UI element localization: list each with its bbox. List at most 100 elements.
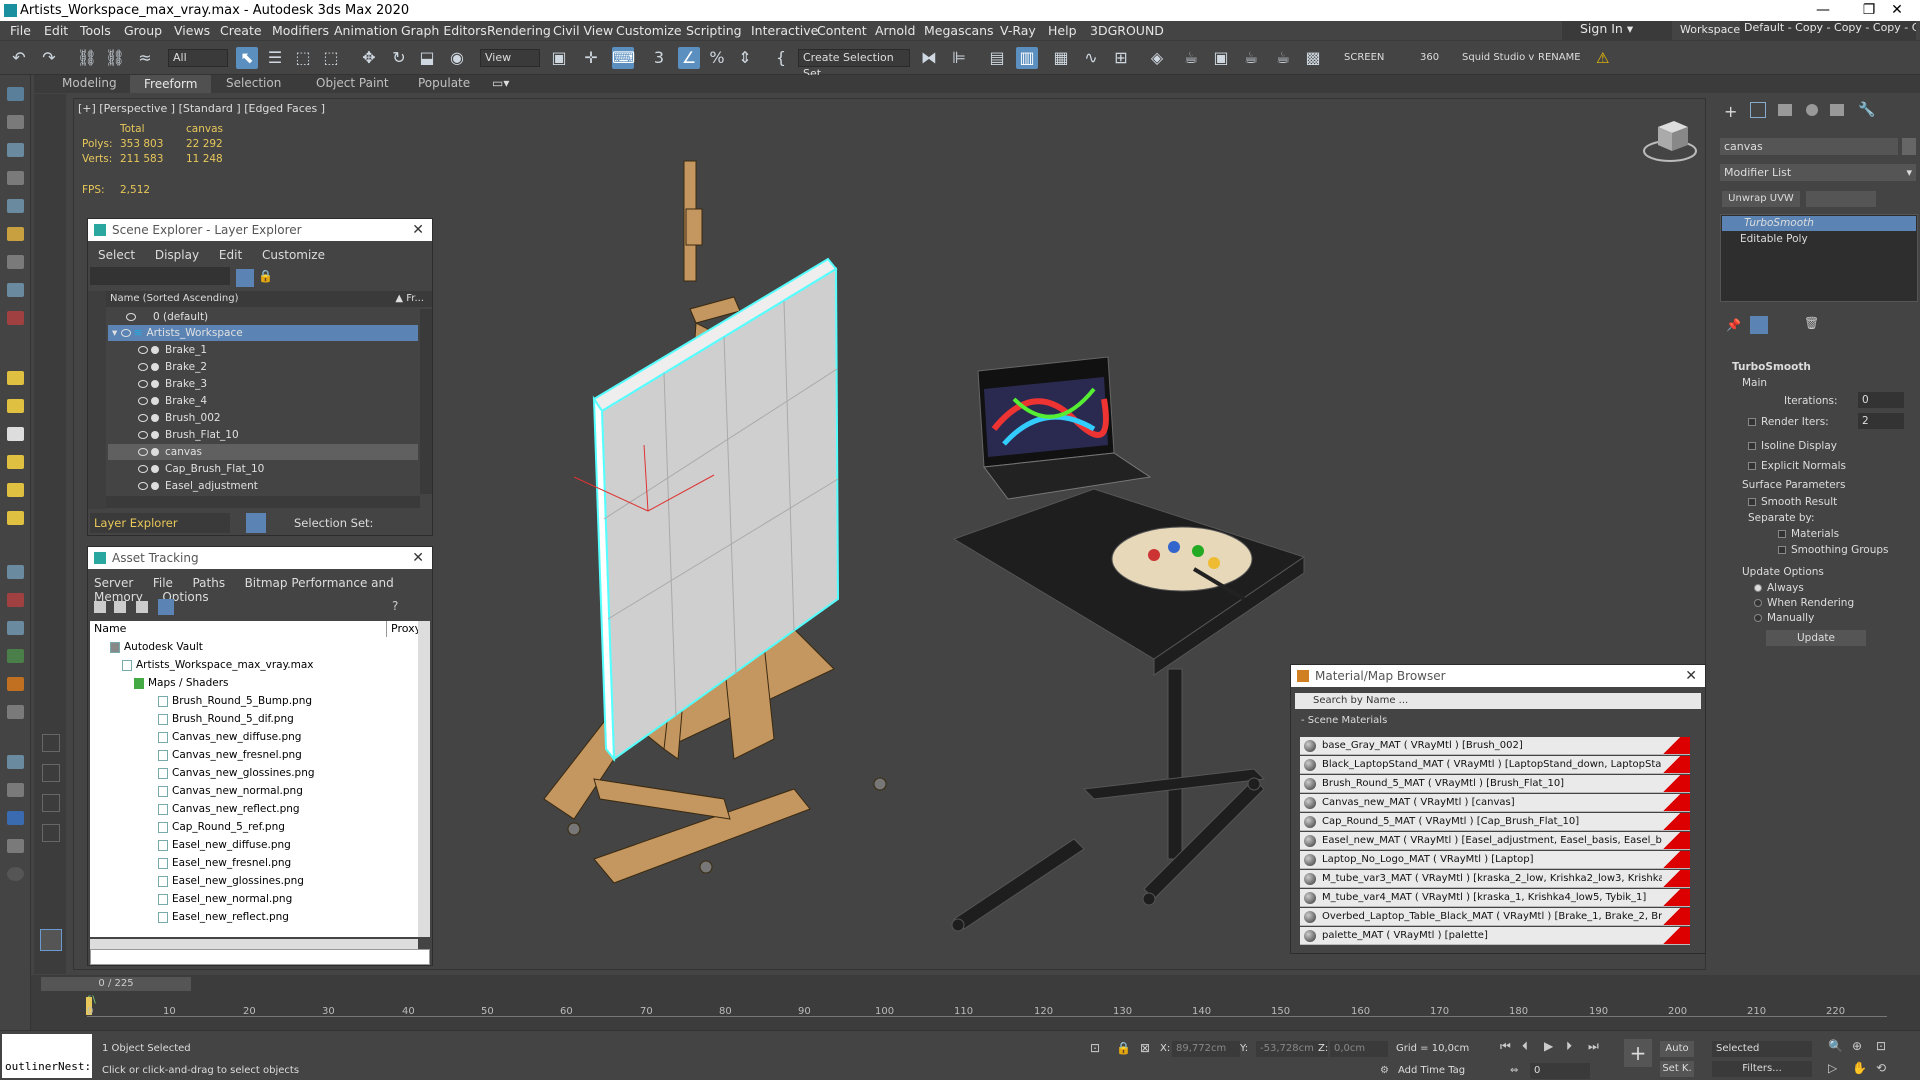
proxy-icon[interactable] [7,593,24,607]
scene-materials-group[interactable]: - Scene Materials [1301,715,1387,726]
eye-icon[interactable] [138,414,148,422]
time-slider[interactable]: 0 / 225 [41,977,191,991]
current-frame-field[interactable]: 0 [1530,1063,1590,1079]
se-search-input[interactable] [90,267,230,285]
isoline-checkbox[interactable]: Isoline Display [1748,440,1837,452]
percent-snap-icon[interactable]: % [706,47,728,69]
menu-graph-editors[interactable]: Graph Editors [401,23,487,38]
selection-lock-icon[interactable]: 🔒 [1116,1041,1131,1055]
eye-icon[interactable] [138,431,148,439]
z-coord-field[interactable]: 0,0cm [1330,1041,1388,1057]
menu-interactive[interactable]: Interactive [751,23,818,38]
move-icon[interactable]: ✥ [358,47,380,69]
se-row-brake2[interactable]: Brake_2 [108,359,418,375]
se-row-easel-adj[interactable]: Easel_adjustment [108,478,418,494]
se-row-brushflat10[interactable]: Brush_Flat_10 [108,427,418,443]
asset-scrollbar[interactable] [418,621,430,937]
asset-row-file[interactable]: Easel_new_glossines.png [92,873,382,889]
orbit-icon[interactable]: ⟲ [1876,1061,1886,1075]
asset-row-file[interactable]: Easel_new_fresnel.png [92,855,382,871]
at-menu-server[interactable]: Server [94,576,133,590]
update-always-radio[interactable]: Always [1754,582,1804,594]
at-menu-paths[interactable]: Paths [192,576,225,590]
empty-modifier-button[interactable] [1806,191,1876,207]
asset-row-file[interactable]: Canvas_new_fresnel.png [92,747,382,763]
asset-row-file[interactable]: Easel_new_normal.png [92,891,382,907]
spinner-snap-icon[interactable]: ⇕ [734,47,756,69]
menu-customize[interactable]: Customize [616,23,682,38]
pan-icon[interactable]: ✋ [1852,1061,1867,1075]
update-manually-radio[interactable]: Manually [1754,612,1814,624]
layout-tab-1[interactable] [42,734,60,752]
geometry-icon[interactable] [7,115,24,129]
se-row-capbrush[interactable]: Cap_Brush_Flat_10 [108,461,418,477]
display-tab-icon[interactable] [1830,104,1844,116]
update-button[interactable]: Update [1766,630,1866,646]
decal-icon[interactable] [7,677,24,691]
stack-turbosmooth[interactable]: TurboSmooth [1722,216,1916,231]
se-row-brush002[interactable]: Brush_002 [108,410,418,426]
menu-arnold[interactable]: Arnold [875,23,915,38]
workspace-dropdown[interactable]: Default - Copy - Copy - Copy - Copy [1740,21,1916,40]
scale-icon[interactable]: ⬓ [416,47,438,69]
show-end-result-icon[interactable] [1750,316,1768,334]
timeline-track[interactable] [87,995,1887,1017]
layers-toggle-icon[interactable] [246,513,266,533]
align-icon[interactable]: ⊫ [948,47,970,69]
undo-icon[interactable]: ↶ [8,47,30,69]
asset-row-file[interactable]: Brush_Round_5_dif.png [92,711,382,727]
menu-scripting[interactable]: Scripting [686,23,742,38]
material-row[interactable]: Easel_new_MAT ( VRayMtl ) [Easel_adjustm… [1300,832,1690,850]
eye-icon[interactable] [120,329,131,337]
fov-icon[interactable]: ▷ [1828,1061,1837,1075]
play-icon[interactable]: ▶ [1544,1039,1553,1053]
window-crossing-icon[interactable]: ⬚ [320,47,342,69]
network-icon[interactable] [7,783,24,797]
object-color-swatch[interactable] [1902,138,1916,155]
help-icon[interactable] [7,867,24,881]
particles-icon[interactable] [7,311,24,325]
warning-icon[interactable]: ⚠ [1596,49,1609,67]
material-row[interactable]: Laptop_No_Logo_MAT ( VRayMtl ) [Laptop] [1300,851,1690,869]
menu-animation[interactable]: Animation [334,23,398,38]
materials-checkbox[interactable]: Materials [1778,528,1839,540]
layer-explorer-icon[interactable]: ▤ [986,47,1008,69]
scene-explorer-close-icon[interactable]: ✕ [412,219,424,241]
se-row-brake4[interactable]: Brake_4 [108,393,418,409]
material-row[interactable]: M_tube_var3_MAT ( VRayMtl ) [kraska_2_lo… [1300,870,1690,888]
minimize-button[interactable]: — [1800,0,1846,21]
material-search-input[interactable]: Search by Name ... [1295,693,1701,709]
asset-row-file[interactable]: Canvas_new_normal.png [92,783,382,799]
sign-in-button[interactable]: Sign In ▾ [1562,21,1672,40]
systems-icon[interactable] [7,283,24,297]
eye-icon[interactable] [138,465,148,473]
light-omni-icon[interactable] [7,371,24,385]
material-row[interactable]: Cap_Round_5_MAT ( VRayMtl ) [Cap_Brush_F… [1300,813,1690,831]
asset-path-field[interactable] [90,949,430,965]
vray-icon[interactable] [7,811,24,825]
expand-icon[interactable]: ▾ [112,327,117,339]
manipulate-icon[interactable]: ✛ [580,47,602,69]
material-row[interactable]: Canvas_new_MAT ( VRayMtl ) [canvas] [1300,794,1690,812]
rendered-frame-icon[interactable]: ▣ [1210,47,1232,69]
layout-tab-4[interactable] [42,824,60,842]
render-setup-icon[interactable]: ☕ [1180,47,1202,69]
unwrap-uvw-button[interactable]: Unwrap UVW [1722,191,1800,207]
bind-spacewarp-icon[interactable]: ≈ [134,47,156,69]
plane-icon[interactable] [7,621,24,635]
maxscript-listener[interactable]: outlinerNest: [2,1034,92,1078]
link-icon[interactable]: ⛓ [76,47,98,69]
angle-snap-icon[interactable]: ∠ [678,47,700,69]
viewcube-icon[interactable] [1643,121,1697,162]
turbosmooth-rollout[interactable]: TurboSmooth [1732,361,1811,373]
menu-tools[interactable]: Tools [80,23,111,38]
se-scrollbar[interactable] [420,309,432,494]
eye-icon[interactable] [138,397,148,405]
material-row[interactable]: Overbed_Laptop_Table_Black_MAT ( VRayMtl… [1300,908,1690,926]
fur-icon[interactable] [7,565,24,579]
tab-object-paint[interactable]: Object Paint [316,76,389,90]
ribbon-toggle-icon[interactable]: ▦ [1050,47,1072,69]
select-object-icon[interactable]: ⬉ [236,47,258,69]
clipper-icon[interactable] [7,705,24,719]
mirror-icon[interactable]: ⧓ [918,47,940,69]
